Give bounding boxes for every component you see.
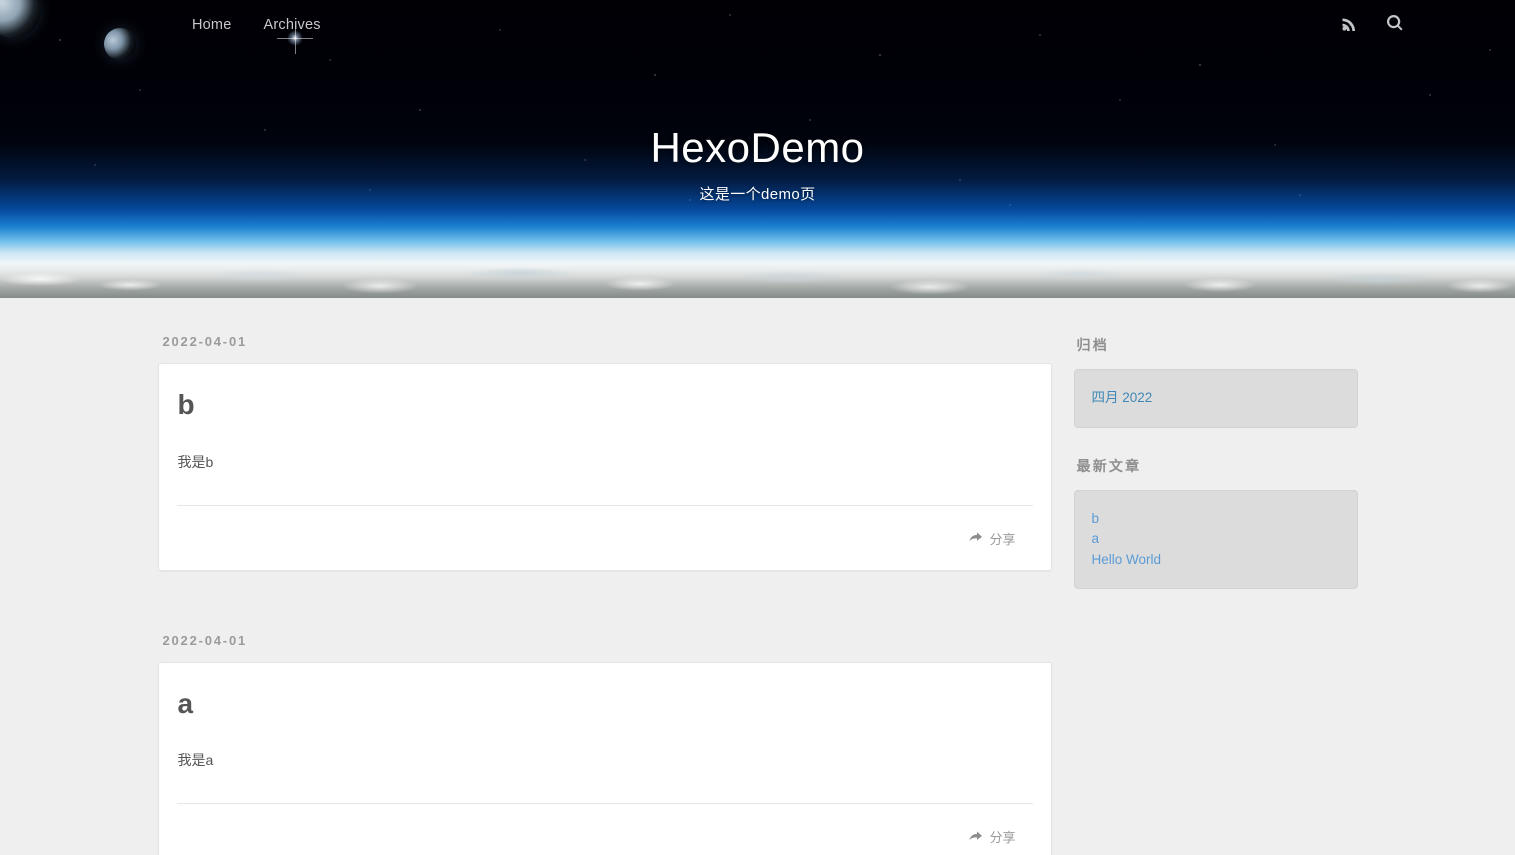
list-item: a <box>1092 529 1340 550</box>
widget-recent-posts: 最新文章 b a Hello World <box>1074 456 1358 590</box>
search-icon[interactable] <box>1387 15 1403 31</box>
cloud-layer <box>0 255 1515 298</box>
page-title: HexoDemo <box>0 124 1515 172</box>
recent-posts-box: b a Hello World <box>1074 490 1358 590</box>
divider <box>177 803 1033 804</box>
list-item: Hello World <box>1092 550 1340 571</box>
share-label: 分享 <box>989 827 1015 846</box>
widget-title-recent: 最新文章 <box>1074 456 1358 476</box>
post-item: 2022-04-01 a 我是a 分享 <box>158 633 1052 855</box>
post-date: 2022-04-01 <box>158 334 1052 349</box>
post-card: a 我是a 分享 <box>158 662 1052 855</box>
recent-post-link-hello-world[interactable]: Hello World <box>1092 552 1162 567</box>
site-nav: Home Archives <box>0 0 1515 54</box>
archives-box: 四月 2022 <box>1074 369 1358 428</box>
rss-icon[interactable] <box>1342 16 1357 31</box>
nav-links: Home Archives <box>192 17 321 33</box>
content-wrap: 2022-04-01 b 我是b 分享 <box>158 298 1358 855</box>
post-excerpt: 我是a <box>177 749 1033 773</box>
nav-item-archives[interactable]: Archives <box>263 17 320 33</box>
recent-posts-list: b a Hello World <box>1092 509 1340 571</box>
widget-title-archives: 归档 <box>1074 335 1358 355</box>
share-button[interactable]: 分享 <box>969 827 1015 846</box>
site-banner: Home Archives HexoDemo 这是一个demo页 <box>0 0 1515 298</box>
divider <box>177 505 1033 506</box>
sidebar: 归档 四月 2022 最新文章 b <box>1074 334 1358 855</box>
recent-post-link-b[interactable]: b <box>1092 511 1100 526</box>
post-card: b 我是b 分享 <box>158 363 1052 571</box>
page-subtitle: 这是一个demo页 <box>0 183 1515 204</box>
post-excerpt: 我是b <box>177 451 1033 475</box>
recent-post-link-a[interactable]: a <box>1092 531 1100 546</box>
post-date: 2022-04-01 <box>158 633 1052 648</box>
page-body: 2022-04-01 b 我是b 分享 <box>0 298 1515 855</box>
share-button[interactable]: 分享 <box>969 529 1015 548</box>
archive-link-april-2022[interactable]: 四月 2022 <box>1092 390 1153 405</box>
share-icon <box>969 831 982 843</box>
list-item: b <box>1092 509 1340 530</box>
widget-archives: 归档 四月 2022 <box>1074 335 1358 428</box>
share-icon <box>969 532 982 544</box>
post-title[interactable]: b <box>177 390 1033 421</box>
post-item: 2022-04-01 b 我是b 分享 <box>158 334 1052 571</box>
post-title[interactable]: a <box>177 689 1033 720</box>
post-footer: 分享 <box>177 827 1033 846</box>
archives-list: 四月 2022 <box>1092 388 1340 409</box>
post-list: 2022-04-01 b 我是b 分享 <box>158 334 1052 855</box>
list-item: 四月 2022 <box>1092 388 1340 409</box>
nav-icons <box>1342 15 1403 31</box>
post-footer: 分享 <box>177 529 1033 548</box>
nav-item-home[interactable]: Home <box>192 17 231 33</box>
share-label: 分享 <box>989 529 1015 548</box>
